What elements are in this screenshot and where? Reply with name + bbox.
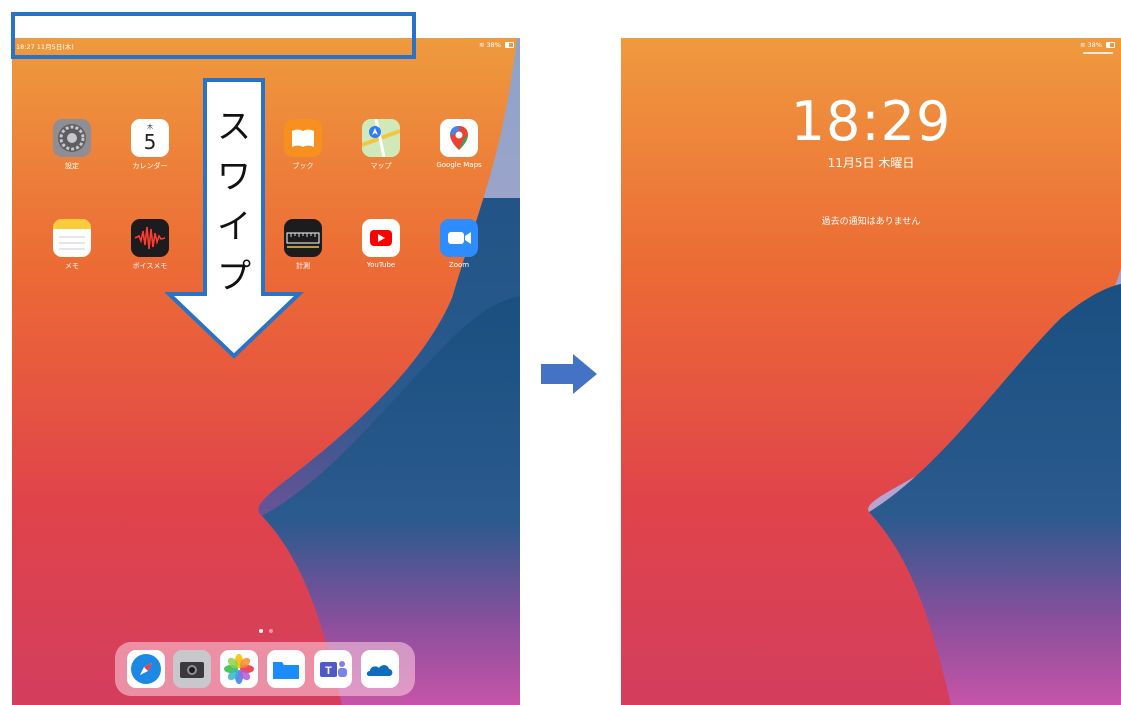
swipe-char-1: ス (217, 107, 251, 147)
lock-date: 11月5日 木曜日 (827, 156, 915, 170)
status-bar-highlight (11, 12, 416, 59)
page-indicator[interactable] (12, 618, 520, 637)
settings-icon (53, 119, 91, 157)
swipe-char-4: プ (217, 257, 251, 297)
svg-text:T: T (325, 665, 332, 677)
photos-icon[interactable] (220, 650, 258, 688)
app-maps[interactable]: マップ (346, 119, 416, 171)
status-bar: ≋ 38% (621, 38, 1121, 52)
page-indicator[interactable] (621, 694, 1121, 705)
lock-screen: ≋ 38% 18:29 11月5日 木曜日 過去の通知はありません (621, 38, 1121, 705)
google-maps-icon (440, 119, 478, 157)
status-right: ≋ 38% (479, 41, 514, 49)
battery-icon (1106, 42, 1115, 48)
notes-icon (53, 219, 91, 257)
battery-icon (505, 42, 514, 48)
page-dot-1 (259, 629, 263, 633)
control-center-grabber[interactable] (1083, 52, 1113, 54)
app-zoom[interactable]: Zoom (424, 219, 494, 269)
swipe-char-3: イ (217, 207, 251, 247)
teams-icon[interactable]: T (314, 650, 352, 688)
battery-percent: 38% (1087, 41, 1102, 49)
battery-percent: 38% (486, 41, 501, 49)
dock: T (115, 642, 415, 696)
wifi-icon: ≋ (1079, 41, 1086, 49)
onedrive-icon[interactable] (361, 650, 399, 688)
status-right: ≋ 38% (1080, 41, 1115, 49)
lock-time: 18:29 (790, 90, 952, 153)
maps-icon (362, 119, 400, 157)
wifi-icon: ≋ (478, 41, 485, 49)
safari-icon[interactable] (127, 650, 165, 688)
zoom-icon (440, 219, 478, 257)
youtube-icon (362, 219, 400, 257)
swipe-char-2: ワ (217, 157, 251, 197)
app-youtube[interactable]: YouTube (346, 219, 416, 269)
calendar-icon: 木 5 (131, 119, 169, 157)
app-google-maps[interactable]: Google Maps (424, 119, 494, 169)
app-settings[interactable]: 設定 (37, 119, 107, 171)
right-arrow-icon (541, 354, 597, 394)
files-icon[interactable] (267, 650, 305, 688)
page-dot-2 (269, 629, 273, 633)
voice-memos-icon (131, 219, 169, 257)
camera-icon[interactable] (173, 650, 211, 688)
swipe-down-arrow: ス ワ イ プ (165, 78, 304, 359)
app-notes[interactable]: メモ (37, 219, 107, 271)
no-notifications-text: 過去の通知はありません (821, 217, 921, 227)
